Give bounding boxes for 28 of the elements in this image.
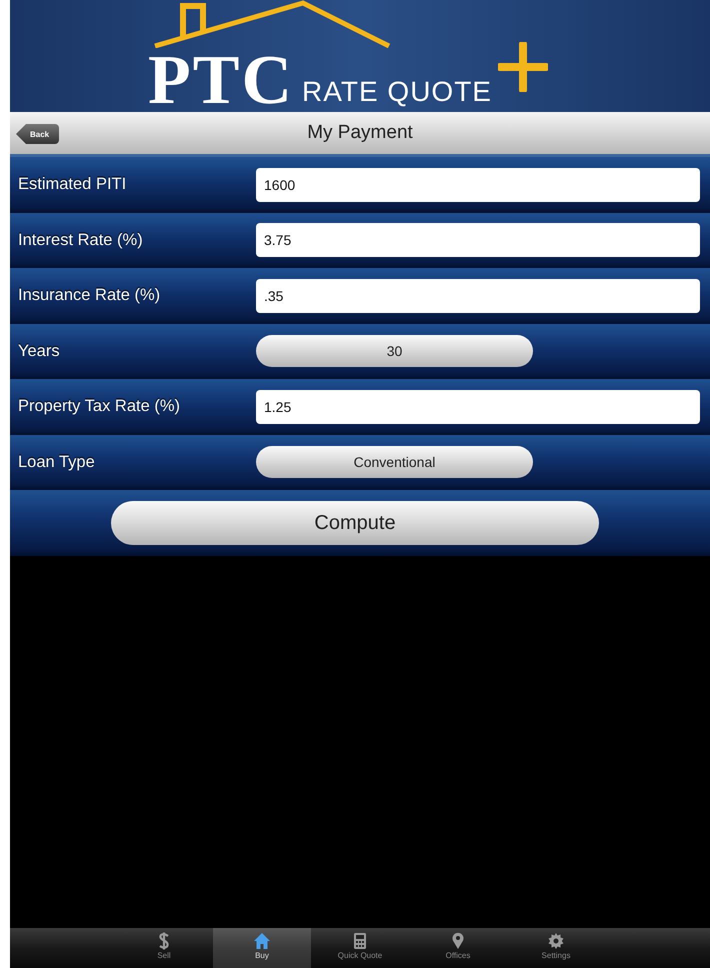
picker-button[interactable]: 30 — [256, 335, 533, 368]
tab-item[interactable]: Sell — [115, 928, 213, 968]
back-button[interactable]: Back — [16, 124, 60, 144]
tab-item[interactable]: Offices — [409, 928, 507, 968]
field-label: Insurance Rate (%) — [18, 286, 162, 306]
calculator-icon — [353, 932, 367, 950]
field-label: Estimated PITI — [18, 175, 128, 194]
dollar-icon — [158, 932, 170, 950]
logo-mark: PTC — [148, 50, 294, 112]
map-pin-icon — [451, 932, 465, 950]
compute-button[interactable]: Compute — [111, 501, 599, 545]
tab-item[interactable]: Buy — [213, 928, 311, 968]
input-field[interactable]: 3.75 — [256, 223, 700, 258]
field-label: Property Tax Rate (%) — [18, 397, 182, 416]
tab-item[interactable]: Settings — [507, 928, 605, 968]
gear-icon — [547, 932, 565, 950]
field-label: Interest Rate (%) — [18, 230, 144, 250]
input-field[interactable]: 1600 — [256, 168, 700, 202]
input-field[interactable]: .35 — [256, 278, 700, 313]
field-label: Years — [18, 342, 61, 361]
plus-icon — [498, 42, 548, 92]
input-field[interactable]: 1.25 — [256, 390, 700, 424]
logo-text: RATE QUOTE — [302, 76, 492, 108]
field-label: Loan Type — [18, 452, 96, 472]
screen-title: My Payment — [307, 122, 413, 144]
picker-button[interactable]: Conventional — [256, 446, 533, 478]
house-icon — [253, 932, 271, 950]
tab-item[interactable]: Quick Quote — [311, 928, 409, 968]
